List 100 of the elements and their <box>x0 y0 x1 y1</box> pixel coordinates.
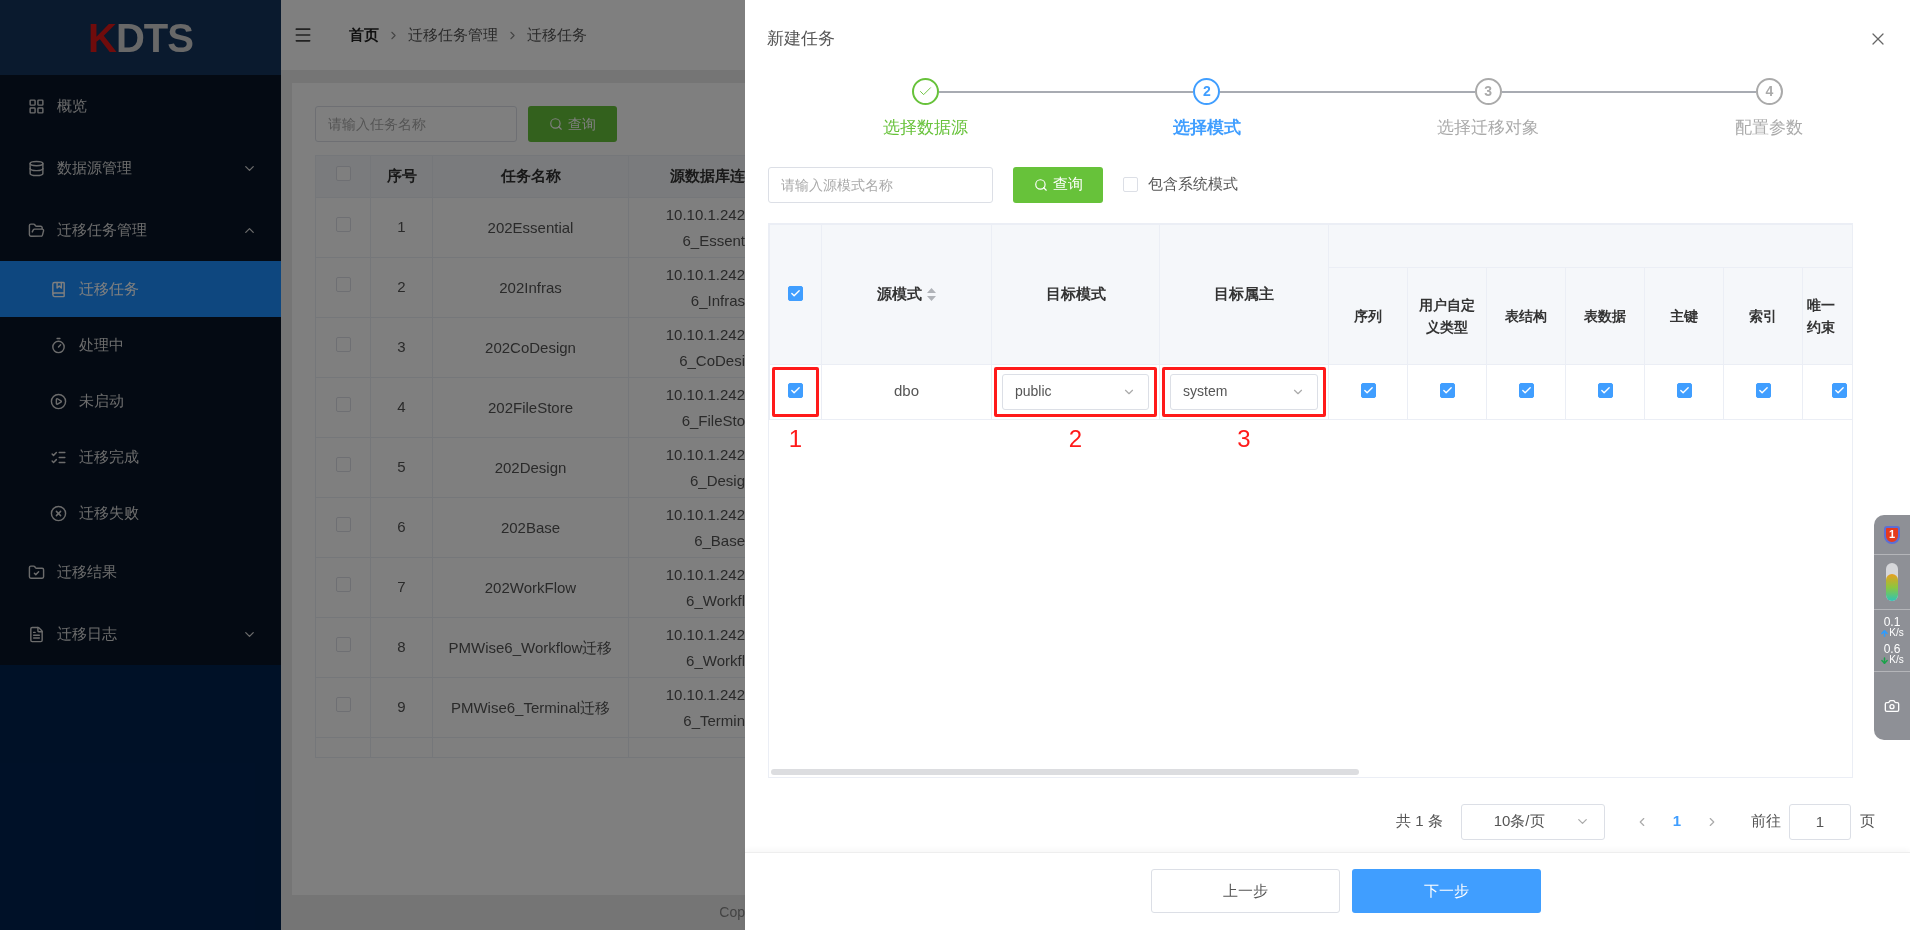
meter-icon <box>1886 563 1898 601</box>
table-cell-text: 6_Workfl <box>686 650 745 671</box>
step-indicator: 2 <box>1193 78 1221 105</box>
step-label: 配置参数 <box>1735 117 1804 139</box>
table-cell-text: 10.10.1.242 <box>665 204 745 225</box>
folder-check-icon <box>28 563 45 581</box>
sidebar-item[interactable]: 概览 <box>0 75 281 137</box>
sidebar-item[interactable]: 迁移日志 <box>0 603 281 665</box>
speed-unit: K/s <box>1889 628 1904 638</box>
column-header: 索引 <box>1749 307 1777 324</box>
table-cell-text: 10.10.1.242 <box>665 444 745 465</box>
owner-select[interactable]: system <box>1170 373 1318 410</box>
checkbox[interactable] <box>1832 383 1847 399</box>
search-icon <box>549 117 563 131</box>
table-cell-text: 10.10.1.242 <box>665 384 745 405</box>
table-cell-text: 6_FileSto <box>681 410 745 431</box>
table-cell-text: 6_Essent <box>682 230 745 251</box>
schema-select[interactable]: public <box>1002 373 1149 410</box>
upload-speed: 0.1 <box>1883 616 1901 628</box>
column-header: 表结构 <box>1505 307 1547 324</box>
breadcrumb-link[interactable]: 首页 <box>349 23 379 47</box>
checkbox[interactable] <box>1360 383 1376 399</box>
arrow-down-icon <box>1880 655 1890 665</box>
annotation-box <box>772 366 819 417</box>
table-cell: 202Infras <box>499 278 562 296</box>
step-label: 选择迁移对象 <box>1437 117 1540 139</box>
table-cell-text: 6_Infras <box>690 290 745 311</box>
table-cell: PMWise6_Terminal迁移 <box>450 698 611 716</box>
search-field[interactable]: 请输入源模式名称 <box>768 166 993 203</box>
database-icon <box>28 159 45 177</box>
scrollbar[interactable] <box>771 768 1359 775</box>
timer-icon <box>50 336 67 354</box>
table-cell-text: 10.10.1.242 <box>665 324 745 345</box>
check-icon <box>790 287 801 299</box>
step-label: 选择模式 <box>1172 117 1241 139</box>
sidebar-item[interactable]: 迁移结果 <box>0 541 281 603</box>
logo: KDTS <box>88 14 193 62</box>
checkbox[interactable] <box>1597 383 1613 399</box>
checkbox[interactable] <box>1518 383 1534 399</box>
camera-icon[interactable] <box>1884 698 1900 714</box>
arrow-up-icon <box>1880 628 1890 638</box>
sidebar-item[interactable]: 未启动 <box>0 373 281 429</box>
table-cell: 2 <box>397 278 406 296</box>
sidebar-item[interactable]: 迁移任务 <box>0 261 281 317</box>
search-button[interactable]: 查询 <box>1013 166 1103 203</box>
sidebar-item[interactable]: 迁移失败 <box>0 485 281 541</box>
checkbox[interactable] <box>1439 383 1455 399</box>
shield-badge[interactable]: 1 <box>1884 525 1900 544</box>
table-cell-text: 10.10.1.242 <box>665 564 745 585</box>
column-header: 目标模式 <box>1045 284 1106 302</box>
table-cell: 202Base <box>500 518 561 536</box>
annotation-number: 3 <box>1237 424 1251 453</box>
table-cell-text: 6_Base <box>694 530 745 551</box>
sidebar-item[interactable]: 迁移完成 <box>0 429 281 485</box>
play-icon <box>50 392 67 410</box>
book-icon <box>50 280 67 298</box>
checkbox[interactable] <box>788 383 803 399</box>
document-icon <box>28 625 45 643</box>
checkbox-label: 包含系统模式 <box>1148 174 1238 195</box>
column-header: 序号 <box>386 167 417 185</box>
table-cell: 7 <box>397 578 406 596</box>
step-indicator: 3 <box>1474 78 1502 105</box>
sidebar-item[interactable]: 数据源管理 <box>0 137 281 199</box>
table-cell-text: 6_Termin <box>683 710 745 731</box>
next-step-button[interactable]: 下一步 <box>1351 869 1541 914</box>
step-label: 选择数据源 <box>883 117 969 139</box>
page-input[interactable]: 1 <box>1789 803 1851 840</box>
table-cell-text: 6_Desig <box>689 470 745 491</box>
checkbox[interactable] <box>788 285 803 301</box>
menu-icon[interactable] <box>293 25 313 45</box>
annotation-number: 1 <box>788 424 803 453</box>
column-header: 源数据库连 <box>670 167 745 185</box>
table-cell-text: 10.10.1.242 <box>665 624 745 645</box>
column-header: 序列 <box>1354 307 1382 324</box>
previous-step-button[interactable]: 上一步 <box>1150 869 1340 914</box>
checkbox[interactable] <box>1755 383 1771 399</box>
grid-icon <box>28 97 45 115</box>
page-size-select[interactable]: 10条/页 <box>1460 803 1605 840</box>
table-cell: 8 <box>397 638 406 656</box>
page-number[interactable]: 1 <box>1672 810 1681 833</box>
table-cell: 202Essential <box>487 218 574 236</box>
sidebar-item[interactable]: 处理中 <box>0 317 281 373</box>
column-header: 目标属主 <box>1214 284 1274 302</box>
speed-unit: K/s <box>1889 655 1904 665</box>
step-indicator: 4 <box>1755 78 1783 105</box>
column-header: 约束 <box>1807 317 1836 337</box>
sort-icon[interactable] <box>927 287 936 301</box>
checkbox[interactable] <box>1676 383 1692 399</box>
breadcrumb-link[interactable]: 迁移任务 <box>527 23 587 47</box>
folder-icon <box>28 221 45 239</box>
breadcrumb-link[interactable]: 迁移任务管理 <box>408 23 498 47</box>
table-cell: 6 <box>397 518 406 536</box>
close-circle-icon <box>50 504 67 522</box>
table-cell-text: 10.10.1.242 <box>665 504 745 525</box>
annotation-number: 2 <box>1068 424 1083 453</box>
table-cell: 202Design <box>494 458 567 476</box>
total-count: 共 1 条 <box>1395 811 1443 832</box>
table-cell: 5 <box>397 458 406 476</box>
sidebar-item[interactable]: 迁移任务管理 <box>0 199 281 261</box>
column-header: 表数据 <box>1584 307 1626 324</box>
